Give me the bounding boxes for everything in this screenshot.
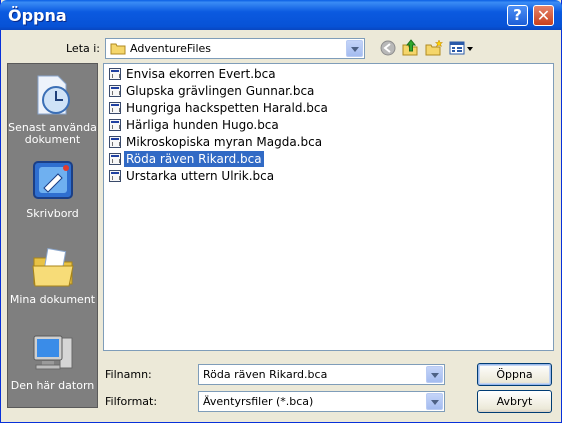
back-icon[interactable] <box>379 39 397 57</box>
filetype-dropdown[interactable]: Äventyrsfiler (*.bca) <box>198 391 445 412</box>
new-folder-icon[interactable] <box>425 39 443 57</box>
chevron-down-icon[interactable] <box>426 393 443 410</box>
filetype-label: Filformat: <box>105 395 158 408</box>
title-bar[interactable]: Öppna ? ✕ <box>0 0 562 30</box>
place-label: Den här datorn <box>10 379 95 392</box>
file-icon <box>109 170 121 182</box>
filename-label: Filnamn: <box>105 368 152 381</box>
look-in-value: AdventureFiles <box>130 42 212 55</box>
file-icon <box>109 136 121 148</box>
folder-icon <box>110 43 126 55</box>
file-icon <box>109 153 121 165</box>
look-in-dropdown[interactable]: AdventureFiles <box>105 38 365 59</box>
place-label: Senast använda dokument <box>8 121 97 146</box>
place-my-documents[interactable]: Mina dokument <box>8 244 97 306</box>
my-documents-icon <box>31 248 74 287</box>
places-bar: Senast använda dokument Skrivbord Mina d… <box>7 63 98 408</box>
chevron-down-icon[interactable] <box>426 366 443 383</box>
file-icon <box>109 85 121 97</box>
open-button[interactable]: Öppna <box>477 363 552 386</box>
place-desktop[interactable]: Skrivbord <box>8 158 97 220</box>
up-folder-icon[interactable] <box>401 39 419 57</box>
my-computer-icon <box>33 335 72 370</box>
recent-documents-icon <box>37 75 70 115</box>
file-icon <box>109 68 121 80</box>
file-icon <box>109 102 121 114</box>
view-menu-icon[interactable] <box>449 39 475 57</box>
filename-input[interactable]: Röda räven Rikard.bca <box>198 364 445 385</box>
look-in-label: Leta i: <box>66 42 101 55</box>
cancel-button[interactable]: Avbryt <box>477 390 552 413</box>
place-recent-documents[interactable]: Senast använda dokument <box>8 72 97 146</box>
place-my-computer[interactable]: Den här datorn <box>8 330 97 392</box>
place-label: Skrivbord <box>26 207 79 220</box>
help-button[interactable]: ? <box>507 5 528 26</box>
window-title: Öppna <box>8 6 67 25</box>
place-label: Mina dokument <box>9 293 96 306</box>
open-dialog: Öppna ? ✕ Leta i: AdventureFiles Senast … <box>0 0 562 423</box>
file-icon <box>109 119 121 131</box>
close-button[interactable]: ✕ <box>533 5 554 26</box>
filename-value: Röda räven Rikard.bca <box>203 368 328 381</box>
file-list[interactable]: Envisa ekorren Evert.bca Glupska grävlin… <box>103 63 554 351</box>
filetype-value: Äventyrsfiler (*.bca) <box>203 395 314 408</box>
desktop-icon <box>32 161 73 199</box>
chevron-down-icon[interactable] <box>346 40 363 57</box>
